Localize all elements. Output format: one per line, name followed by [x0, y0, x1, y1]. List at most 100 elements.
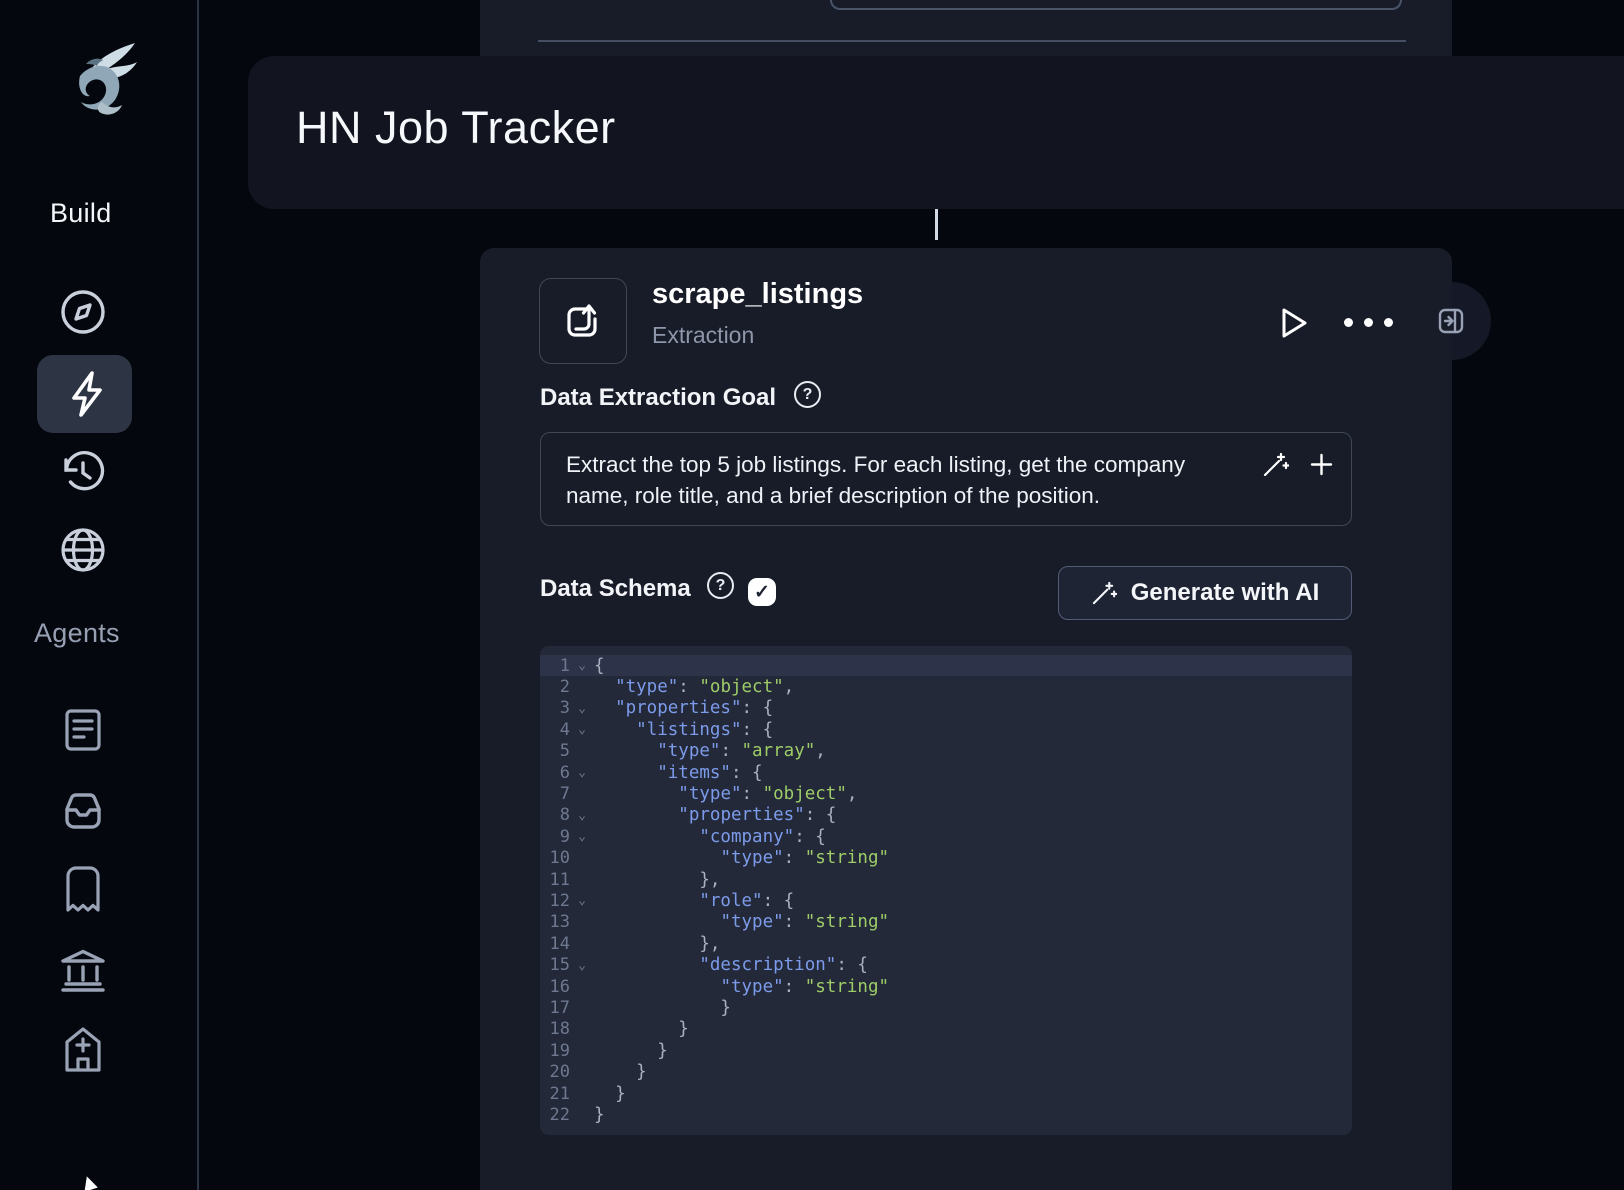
code-line-2[interactable]: 2 "type": "object", — [540, 676, 1352, 697]
line-number: 6 — [540, 763, 570, 783]
globe-icon[interactable] — [57, 524, 109, 576]
node-card-scrape-listings: scrape_listings Extraction Data Extracti… — [480, 248, 1452, 1190]
goal-help-icon[interactable]: ? — [794, 381, 821, 408]
code-line-9[interactable]: 9⌄ "company": { — [540, 826, 1352, 847]
code-line-17[interactable]: 17 } — [540, 997, 1352, 1018]
fold-chevron-icon[interactable]: ⌄ — [570, 765, 594, 780]
code-text: "role": { — [594, 891, 1352, 911]
plus-icon[interactable] — [1308, 451, 1335, 478]
code-text: "items": { — [594, 763, 1352, 783]
fold-chevron-icon[interactable]: ⌄ — [570, 658, 594, 673]
schema-help-icon[interactable]: ? — [707, 572, 734, 599]
bank-icon[interactable] — [57, 944, 109, 996]
line-number: 11 — [540, 870, 570, 890]
fold-chevron-icon[interactable]: ⌄ — [570, 808, 594, 823]
line-number: 20 — [540, 1062, 570, 1082]
node-type-iconbox[interactable] — [539, 278, 627, 364]
inbox-icon[interactable] — [57, 786, 109, 838]
line-number: 3 — [540, 698, 570, 718]
code-text: "type": "string" — [594, 977, 1352, 997]
code-text: } — [594, 998, 1352, 1018]
run-node-button[interactable] — [1274, 304, 1312, 342]
code-text: } — [594, 1084, 1352, 1104]
code-line-12[interactable]: 12⌄ "role": { — [540, 890, 1352, 911]
workflow-title[interactable]: HN Job Tracker — [296, 102, 616, 154]
line-number: 18 — [540, 1019, 570, 1039]
code-line-8[interactable]: 8⌄ "properties": { — [540, 805, 1352, 826]
workflow-title-panel: HN Job Tracker — [248, 56, 1624, 209]
code-line-1[interactable]: 1⌄{ — [540, 655, 1352, 676]
code-line-13[interactable]: 13 "type": "string" — [540, 912, 1352, 933]
line-number: 15 — [540, 955, 570, 975]
mouse-cursor — [80, 1174, 98, 1190]
receipt-icon[interactable] — [61, 864, 105, 916]
code-line-21[interactable]: 21 } — [540, 1083, 1352, 1104]
schema-label: Data Schema — [540, 575, 691, 603]
code-text: } — [594, 1019, 1352, 1039]
ellipsis-icon — [1344, 318, 1353, 327]
code-line-14[interactable]: 14 }, — [540, 933, 1352, 954]
code-text: "type": "object", — [594, 677, 1352, 697]
previous-node-input-partial[interactable] — [830, 0, 1402, 10]
goal-text[interactable]: Extract the top 5 job listings. For each… — [566, 449, 1223, 511]
line-number: 14 — [540, 934, 570, 954]
code-text: "properties": { — [594, 698, 1352, 718]
code-text: { — [594, 656, 1352, 676]
code-line-19[interactable]: 19 } — [540, 1040, 1352, 1061]
code-line-20[interactable]: 20 } — [540, 1061, 1352, 1082]
sidebar-section-agents: Agents — [34, 618, 120, 649]
line-number: 9 — [540, 827, 570, 847]
magic-wand-icon[interactable] — [1262, 451, 1289, 478]
compass-icon[interactable] — [57, 286, 109, 338]
code-line-3[interactable]: 3⌄ "properties": { — [540, 698, 1352, 719]
schema-editor-lines: 1⌄{2 "type": "object",3⌄ "properties": {… — [540, 655, 1352, 1126]
code-line-11[interactable]: 11 }, — [540, 869, 1352, 890]
goal-label: Data Extraction Goal — [540, 384, 776, 412]
line-number: 10 — [540, 848, 570, 868]
fold-chevron-icon[interactable]: ⌄ — [570, 958, 594, 973]
code-line-18[interactable]: 18 } — [540, 1019, 1352, 1040]
code-text: "properties": { — [594, 805, 1352, 825]
code-text: "company": { — [594, 827, 1352, 847]
code-line-5[interactable]: 5 "type": "array", — [540, 741, 1352, 762]
code-line-16[interactable]: 16 "type": "string" — [540, 976, 1352, 997]
previous-node-divider — [538, 40, 1406, 42]
history-icon[interactable] — [57, 446, 109, 498]
code-text: "listings": { — [594, 720, 1352, 740]
code-line-22[interactable]: 22} — [540, 1104, 1352, 1125]
line-number: 4 — [540, 720, 570, 740]
fold-chevron-icon[interactable]: ⌄ — [570, 701, 594, 716]
hospital-building-icon[interactable] — [59, 1024, 107, 1074]
dragon-logo[interactable] — [50, 40, 140, 136]
code-line-10[interactable]: 10 "type": "string" — [540, 848, 1352, 869]
node-menu-button[interactable] — [1344, 318, 1393, 327]
code-text: } — [594, 1041, 1352, 1061]
magic-wand-icon — [1091, 580, 1117, 606]
fold-chevron-icon[interactable]: ⌄ — [570, 893, 594, 908]
code-text: "type": "string" — [594, 912, 1352, 932]
code-line-6[interactable]: 6⌄ "items": { — [540, 762, 1352, 783]
play-icon — [1274, 304, 1312, 342]
generate-with-ai-button[interactable]: Generate with AI — [1058, 566, 1352, 620]
line-number: 12 — [540, 891, 570, 911]
schema-code-editor[interactable]: 1⌄{2 "type": "object",3⌄ "properties": {… — [540, 646, 1352, 1135]
goal-textarea[interactable]: Extract the top 5 job listings. For each… — [540, 432, 1352, 526]
line-number: 19 — [540, 1041, 570, 1061]
line-number: 8 — [540, 805, 570, 825]
code-line-7[interactable]: 7 "type": "object", — [540, 783, 1352, 804]
fold-chevron-icon[interactable]: ⌄ — [570, 722, 594, 737]
node-title[interactable]: scrape_listings — [652, 278, 863, 311]
line-number: 2 — [540, 677, 570, 697]
open-output-panel-icon[interactable] — [1436, 306, 1466, 336]
fold-chevron-icon[interactable]: ⌄ — [570, 829, 594, 844]
code-line-15[interactable]: 15⌄ "description": { — [540, 954, 1352, 975]
code-text: "description": { — [594, 955, 1352, 975]
previous-node-card-partial — [480, 0, 1452, 56]
lightning-bolt-icon[interactable] — [62, 368, 114, 420]
documents-icon[interactable] — [59, 706, 107, 754]
schema-enabled-checkbox[interactable]: ✓ — [748, 578, 776, 606]
code-text: }, — [594, 934, 1352, 954]
code-text: "type": "object", — [594, 784, 1352, 804]
code-line-4[interactable]: 4⌄ "listings": { — [540, 719, 1352, 740]
node-type-label: Extraction — [652, 322, 754, 349]
